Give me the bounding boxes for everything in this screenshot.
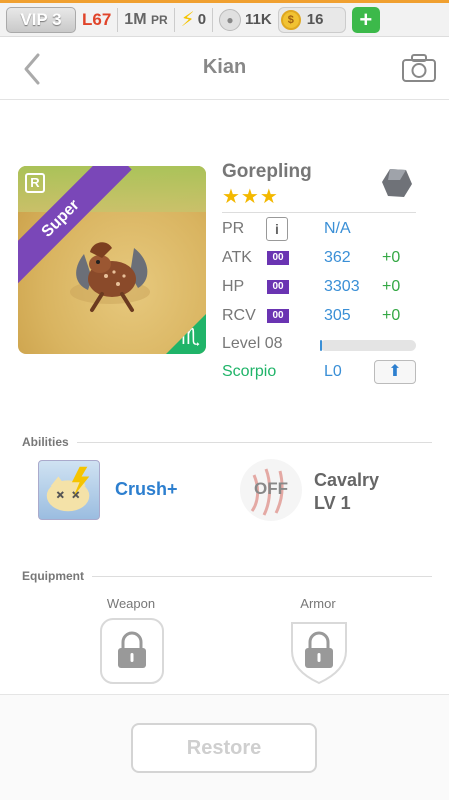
passive-level: LV 1 (314, 493, 351, 513)
rarity-badge: R (25, 173, 45, 193)
stat-value: 305 (324, 307, 351, 324)
coin-icon: $ (280, 9, 301, 30)
stat-row-atk: ATK 00 362 +0 (222, 246, 422, 270)
stat-box: 00 (267, 251, 289, 265)
star-rating: ★★★ (222, 186, 279, 208)
monster-name: Gorepling (222, 161, 312, 182)
vip-badge[interactable]: VIP 3 (6, 6, 76, 33)
restore-button[interactable]: Restore (131, 723, 317, 773)
level-row: Level 08 (222, 332, 422, 356)
weapon-label: Weapon (106, 596, 156, 611)
paw-icon: ● (219, 8, 242, 31)
stat-label: PR (222, 220, 245, 237)
level-label: Level 08 (222, 335, 283, 352)
zodiac-level: L0 (324, 363, 342, 380)
crush-skill-icon[interactable] (38, 460, 100, 520)
abilities-section-header: Abilities (22, 435, 432, 455)
page-title: Kian (202, 56, 247, 78)
paw-value: 11K (245, 11, 272, 28)
energy-value: 0 (197, 11, 207, 28)
stat-label: ATK (222, 249, 252, 266)
zodiac-label: Scorpio (222, 363, 277, 380)
zodiac-row: Scorpio L0 ⬆ (222, 360, 422, 384)
stat-label: RCV (222, 307, 256, 324)
power-rating: 1M PR (124, 11, 167, 29)
off-label: OFF (254, 479, 288, 498)
add-currency-button[interactable]: + (351, 6, 380, 33)
passive-skill-icon[interactable]: OFF (240, 459, 302, 521)
upgrade-button[interactable]: ⬆ (374, 360, 416, 384)
player-level: L67 (82, 9, 112, 29)
energy-stat[interactable]: ⚡ 0 (181, 7, 206, 32)
divider (212, 7, 214, 32)
page-header: Kian (0, 38, 449, 100)
armor-slot[interactable] (286, 617, 352, 685)
level-progress-fill (320, 340, 322, 351)
stat-row-hp: HP 00 3303 +0 (222, 275, 422, 299)
passive-name: Cavalry (314, 470, 380, 490)
stat-row-rcv: RCV 00 305 +0 (222, 304, 422, 328)
lightning-icon: ⚡ (180, 9, 195, 31)
stat-label: HP (222, 278, 245, 295)
info-icon[interactable]: i (266, 217, 288, 241)
stat-value: 3303 (324, 278, 360, 295)
level-progress-bar (320, 340, 416, 351)
creature-image (70, 242, 150, 312)
equipment-section-header: Equipment (22, 569, 432, 589)
monster-card[interactable]: Super R ♏ (18, 166, 206, 354)
stat-bonus: +0 (382, 249, 401, 266)
arrow-up-icon: ⬆ (388, 363, 402, 380)
stat-bonus: +0 (382, 307, 401, 324)
paw-stat[interactable]: ● 11K (219, 8, 272, 31)
pr-unit: PR (150, 12, 168, 27)
divider (117, 7, 119, 32)
armor-label: Armor (300, 596, 336, 611)
skill-name[interactable]: Crush+ (115, 479, 178, 500)
coin-stat[interactable]: $16 (277, 6, 346, 33)
stone-gem-icon[interactable] (380, 166, 414, 200)
section-label: Equipment (22, 569, 92, 583)
stat-value: 362 (324, 249, 351, 266)
status-bar: VIP 3 L67 1M PR ⚡ 0 ● 11K $16 + (0, 3, 449, 37)
weapon-slot[interactable] (99, 617, 165, 685)
section-line (22, 442, 432, 443)
stat-box: 00 (267, 280, 289, 294)
stat-row-pr: PR i N/A (222, 217, 422, 241)
camera-icon[interactable] (401, 53, 437, 83)
scorpio-icon: ♏ (180, 324, 200, 349)
passive-skill: Cavalry LV 1 (314, 469, 379, 515)
info-divider (222, 212, 416, 213)
section-label: Abilities (22, 435, 77, 449)
stat-bonus: +0 (382, 278, 401, 295)
coin-value: 16 (306, 11, 324, 28)
stat-value: N/A (324, 220, 351, 237)
stat-box: 00 (267, 309, 289, 323)
zodiac-corner: ♏ (166, 314, 206, 354)
divider (173, 7, 175, 32)
pr-value: 1M (124, 10, 147, 28)
